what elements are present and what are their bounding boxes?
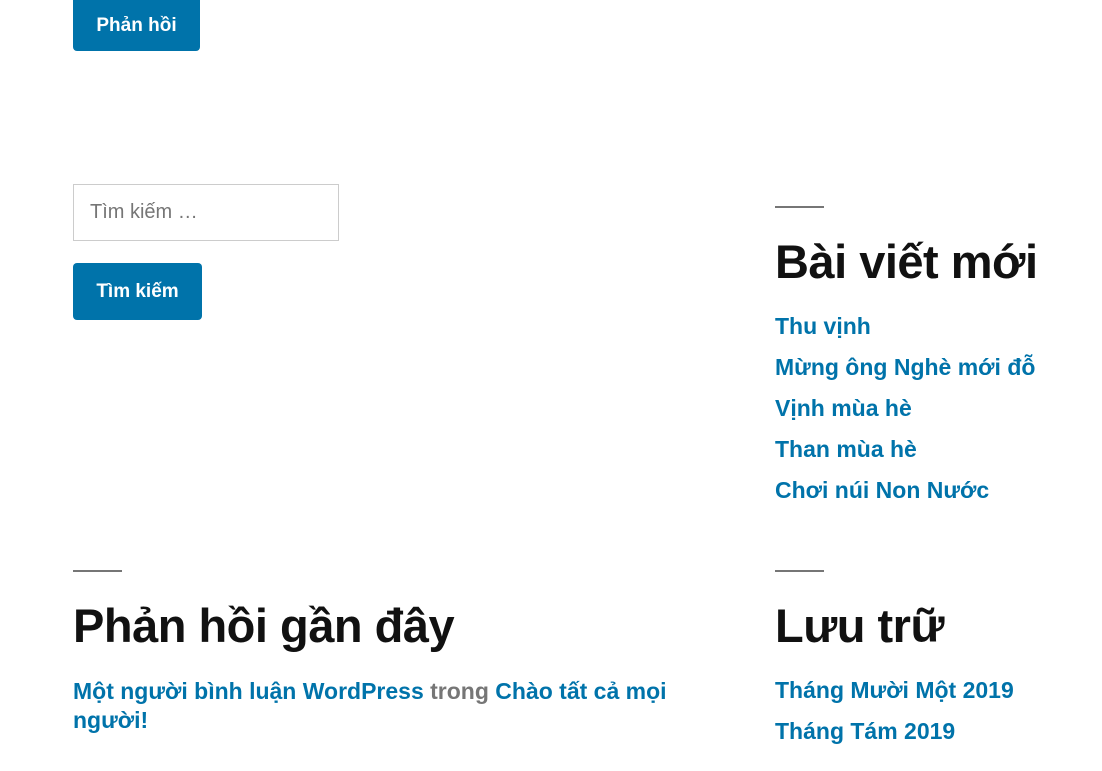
- recent-posts-list: Thu vịnh Mừng ông Nghè mới đỗ Vịnh mùa h…: [775, 314, 1035, 519]
- recent-comment-item: Một người bình luận WordPress trong Chào…: [73, 677, 683, 735]
- archives-title: Lưu trữ: [775, 599, 945, 652]
- archive-link[interactable]: Tháng Tám 2019: [775, 718, 955, 744]
- search-input[interactable]: [73, 184, 339, 241]
- list-item: Thu vịnh: [775, 314, 1035, 355]
- list-item: Vịnh mùa hè: [775, 396, 1035, 437]
- list-item: Tháng Tám 2019: [775, 719, 1014, 760]
- list-item: Than mùa hè: [775, 437, 1035, 478]
- recent-post-link[interactable]: Mừng ông Nghè mới đỗ: [775, 354, 1035, 380]
- archive-link[interactable]: Tháng Mười Một 2019: [775, 677, 1014, 703]
- list-item: Tháng Mười Một 2019: [775, 678, 1014, 719]
- search-button[interactable]: Tìm kiếm: [73, 263, 202, 320]
- comment-author-link[interactable]: Một người bình luận WordPress: [73, 678, 424, 704]
- recent-post-link[interactable]: Than mùa hè: [775, 436, 917, 462]
- page: Phản hồi Tìm kiếm Bài viết mới Thu vịnh …: [0, 0, 1102, 771]
- recent-post-link[interactable]: Chơi núi Non Nước: [775, 477, 989, 503]
- recent-comments-divider: [73, 570, 122, 572]
- recent-posts-title: Bài viết mới: [775, 235, 1038, 288]
- list-item: Chơi núi Non Nước: [775, 478, 1035, 519]
- reply-button[interactable]: Phản hồi: [73, 0, 200, 51]
- archives-list: Tháng Mười Một 2019 Tháng Tám 2019: [775, 678, 1014, 760]
- recent-posts-divider: [775, 206, 824, 208]
- list-item: Mừng ông Nghè mới đỗ: [775, 355, 1035, 396]
- recent-post-link[interactable]: Thu vịnh: [775, 313, 871, 339]
- recent-comments-title: Phản hồi gần đây: [73, 599, 455, 652]
- archives-divider: [775, 570, 824, 572]
- recent-post-link[interactable]: Vịnh mùa hè: [775, 395, 912, 421]
- comment-connector: trong: [430, 678, 489, 704]
